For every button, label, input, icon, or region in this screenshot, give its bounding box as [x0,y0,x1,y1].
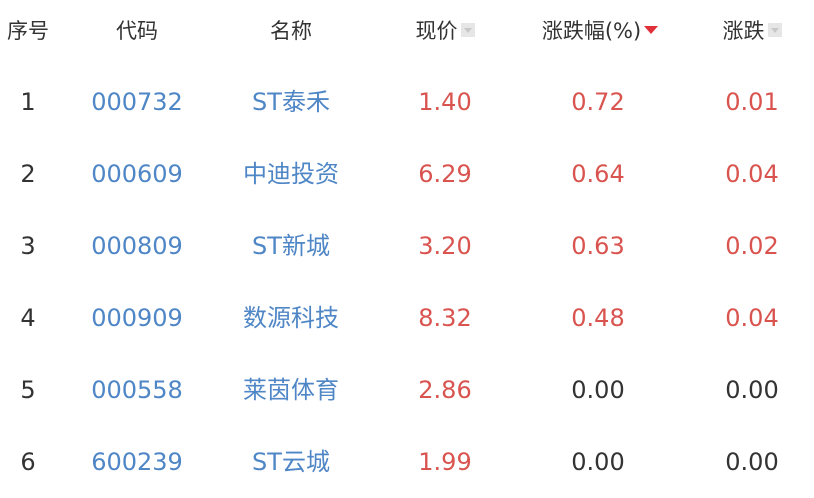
header-pct[interactable]: 涨跌幅(%) [522,0,678,62]
stock-code-link[interactable]: 000909 [62,282,212,354]
row-index: 3 [20,232,36,260]
stock-pct-change: 0.72 [571,88,625,116]
header-name: 名称 [215,0,367,62]
stock-code-link[interactable]: 000558 [62,354,212,426]
header-index-label: 序号 [7,19,49,43]
table-row[interactable]: 1 000732 ST泰禾 1.40 0.72 0.01 [0,66,814,138]
stock-table: 序号 代码 名称 现价 涨跌幅(%) 涨跌 1 000732 ST泰禾 1.40… [0,0,814,491]
stock-price: 6.29 [418,160,472,188]
stock-name-link[interactable]: 莱茵体育 [215,354,367,426]
stock-pct-change: 0.63 [571,232,625,260]
stock-change: 0.04 [725,304,779,332]
header-index: 序号 [0,0,56,62]
stock-code-link[interactable]: 000732 [62,66,212,138]
sort-desc-active-icon[interactable] [644,23,659,37]
table-row[interactable]: 3 000809 ST新城 3.20 0.63 0.02 [0,210,814,282]
sort-inactive-icon[interactable] [767,23,782,37]
header-code-label: 代码 [116,19,158,43]
stock-change: 0.00 [725,376,779,404]
stock-name-link[interactable]: ST泰禾 [215,66,367,138]
stock-code-link[interactable]: 000609 [62,138,212,210]
stock-pct-change: 0.48 [571,304,625,332]
stock-price: 1.99 [418,448,472,476]
stock-pct-change: 0.64 [571,160,625,188]
stock-pct-change: 0.00 [571,448,625,476]
header-name-label: 名称 [270,19,312,43]
stock-change: 0.04 [725,160,779,188]
stock-price: 1.40 [418,88,472,116]
stock-name-link[interactable]: ST新城 [215,210,367,282]
sort-inactive-icon[interactable] [460,23,475,37]
row-index: 1 [20,88,36,116]
row-index: 2 [20,160,36,188]
stock-name-link[interactable]: 中迪投资 [215,138,367,210]
stock-code-link[interactable]: 000809 [62,210,212,282]
stock-price: 3.20 [418,232,472,260]
row-index: 4 [20,304,36,332]
table-row[interactable]: 5 000558 莱茵体育 2.86 0.00 0.00 [0,354,814,426]
stock-change: 0.00 [725,448,779,476]
stock-change: 0.02 [725,232,779,260]
header-price-label: 现价 [415,19,458,43]
stock-change: 0.01 [725,88,779,116]
stock-name-link[interactable]: 数源科技 [215,282,367,354]
row-index: 5 [20,376,36,404]
header-change[interactable]: 涨跌 [686,0,814,62]
header-code: 代码 [62,0,212,62]
table-row[interactable]: 2 000609 中迪投资 6.29 0.64 0.04 [0,138,814,210]
header-price[interactable]: 现价 [380,0,510,62]
stock-pct-change: 0.00 [571,376,625,404]
table-row[interactable]: 6 600239 ST云城 1.99 0.00 0.00 [0,426,814,498]
table-row[interactable]: 4 000909 数源科技 8.32 0.48 0.04 [0,282,814,354]
stock-name-link[interactable]: ST云城 [215,426,367,498]
stock-price: 2.86 [418,376,472,404]
header-change-label: 涨跌 [722,19,765,43]
stock-price: 8.32 [418,304,472,332]
header-pct-label: 涨跌幅(%) [541,19,642,43]
table-header: 序号 代码 名称 现价 涨跌幅(%) 涨跌 [0,0,814,62]
row-index: 6 [20,448,36,476]
stock-code-link[interactable]: 600239 [62,426,212,498]
